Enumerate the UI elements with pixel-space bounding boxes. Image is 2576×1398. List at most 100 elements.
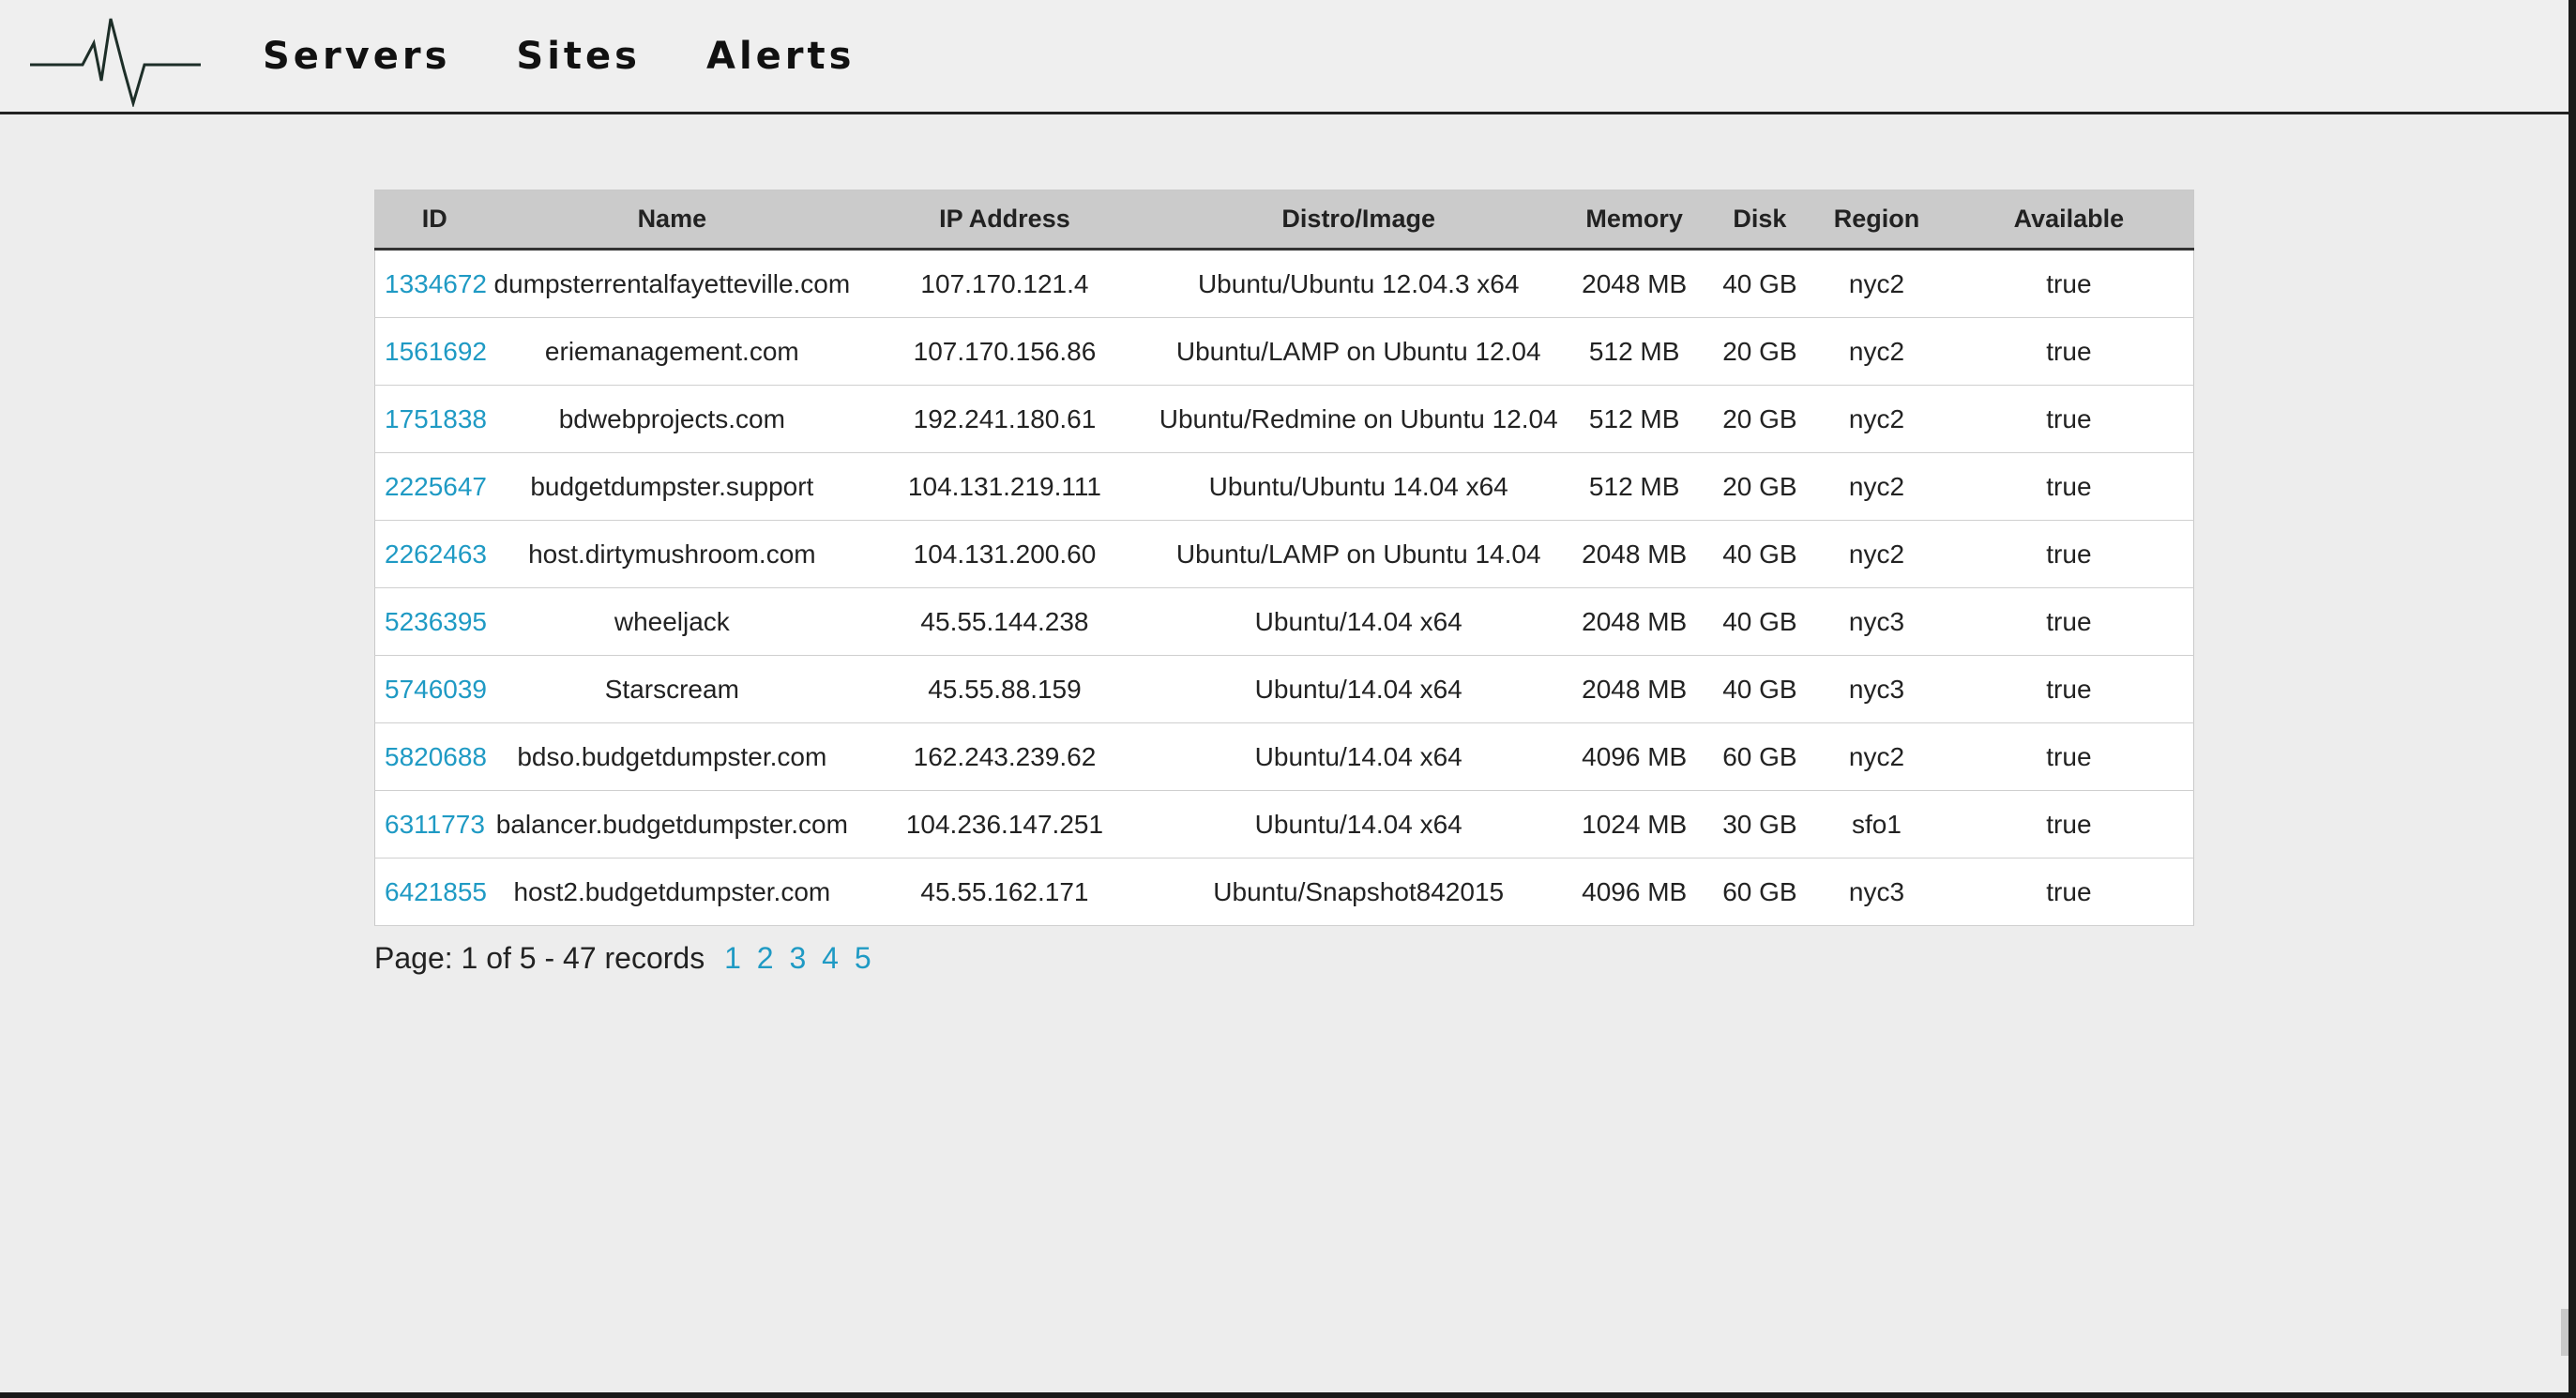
page-link-3[interactable]: 3 [789, 941, 806, 975]
memory-cell: 512 MB [1557, 452, 1711, 521]
available-cell: true [1944, 790, 2194, 859]
distro-image-cell: Ubuntu/Ubuntu 14.04 x64 [1159, 452, 1558, 521]
id-cell: 5746039 [374, 655, 494, 723]
server-id-link[interactable]: 2225647 [385, 472, 487, 501]
available-cell: true [1944, 858, 2194, 926]
available-cell: true [1944, 249, 2194, 318]
column-header-name[interactable]: Name [493, 190, 851, 251]
server-name-cell: host2.budgetdumpster.com [493, 858, 851, 926]
id-cell: 1334672 [374, 249, 494, 318]
table-row: 1334672 dumpsterrentalfayetteville.com 107… [374, 249, 2194, 318]
distro-image-cell: Ubuntu/LAMP on Ubuntu 12.04 [1159, 317, 1558, 386]
region-cell: nyc2 [1809, 249, 1945, 318]
ip-address-cell: 162.243.239.62 [850, 722, 1159, 791]
server-name-cell: balancer.budgetdumpster.com [493, 790, 851, 859]
servers-table-container: ID Name IP Address Distro/Image Memory D… [374, 190, 2194, 976]
disk-cell: 60 GB [1710, 858, 1810, 926]
table-row: 5820688 bdso.budgetdumpster.com 162.243.23… [374, 722, 2194, 791]
server-name-cell: host.dirtymushroom.com [493, 520, 851, 588]
page-link-4[interactable]: 4 [822, 941, 839, 975]
memory-cell: 2048 MB [1557, 587, 1711, 656]
server-id-link[interactable]: 1561692 [385, 337, 487, 366]
column-header-id[interactable]: ID [374, 190, 494, 251]
server-id-link[interactable]: 1334672 [385, 269, 487, 298]
table-row: 2225647 budgetdumpster.support 104.131.219… [374, 452, 2194, 521]
region-cell: nyc2 [1809, 317, 1945, 386]
id-cell: 1561692 [374, 317, 494, 386]
column-header-distro-image[interactable]: Distro/Image [1159, 190, 1558, 251]
distro-image-cell: Ubuntu/14.04 x64 [1159, 790, 1558, 859]
servers-table-body: 1334672 dumpsterrentalfayetteville.com 107… [374, 249, 2194, 926]
disk-cell: 60 GB [1710, 722, 1810, 791]
distro-image-cell: Ubuntu/LAMP on Ubuntu 14.04 [1159, 520, 1558, 588]
column-header-disk[interactable]: Disk [1710, 190, 1810, 251]
memory-cell: 2048 MB [1557, 655, 1711, 723]
memory-cell: 2048 MB [1557, 520, 1711, 588]
app-window: Servers Sites Alerts ID Name IP Address [0, 0, 2576, 1398]
region-cell: nyc2 [1809, 722, 1945, 791]
server-id-link[interactable]: 5746039 [385, 675, 487, 704]
table-row: 5236395 wheeljack 45.55.144.238 Ubuntu/14.0… [374, 587, 2194, 656]
nav-alerts-link[interactable]: Alerts [706, 28, 855, 84]
available-cell: true [1944, 452, 2194, 521]
top-navigation-bar: Servers Sites Alerts [0, 0, 2568, 114]
column-header-region[interactable]: Region [1809, 190, 1945, 251]
table-header-row: ID Name IP Address Distro/Image Memory D… [374, 190, 2194, 251]
available-cell: true [1944, 587, 2194, 656]
table-row: 2262463 host.dirtymushroom.com 104.131.200… [374, 520, 2194, 588]
distro-image-cell: Ubuntu/14.04 x64 [1159, 655, 1558, 723]
server-id-link[interactable]: 6311773 [385, 810, 485, 839]
page-link-2[interactable]: 2 [757, 941, 774, 975]
ip-address-cell: 104.131.219.111 [850, 452, 1159, 521]
id-cell: 2225647 [374, 452, 494, 521]
servers-table: ID Name IP Address Distro/Image Memory D… [374, 190, 2194, 926]
page-link-5[interactable]: 5 [855, 941, 871, 975]
column-header-memory[interactable]: Memory [1557, 190, 1711, 251]
available-cell: true [1944, 317, 2194, 386]
table-row: 5746039 Starscream 45.55.88.159 Ubuntu/14.0… [374, 655, 2194, 723]
memory-cell: 4096 MB [1557, 858, 1711, 926]
nav-sites-link[interactable]: Sites [516, 28, 641, 84]
server-name-cell: bdwebprojects.com [493, 385, 851, 453]
available-cell: true [1944, 655, 2194, 723]
server-name-cell: dumpsterrentalfayetteville.com [493, 249, 851, 318]
table-row: 6421855 host2.budgetdumpster.com 45.55.162… [374, 858, 2194, 926]
id-cell: 1751838 [374, 385, 494, 453]
region-cell: nyc3 [1809, 858, 1945, 926]
nav-servers-link[interactable]: Servers [263, 28, 450, 84]
server-id-link[interactable]: 6421855 [385, 877, 487, 906]
server-id-link[interactable]: 1751838 [385, 404, 487, 433]
ip-address-cell: 45.55.144.238 [850, 587, 1159, 656]
distro-image-cell: Ubuntu/Ubuntu 12.04.3 x64 [1159, 249, 1558, 318]
ip-address-cell: 192.241.180.61 [850, 385, 1159, 453]
memory-cell: 2048 MB [1557, 249, 1711, 318]
server-name-cell: Starscream [493, 655, 851, 723]
distro-image-cell: Ubuntu/Snapshot842015 [1159, 858, 1558, 926]
distro-image-cell: Ubuntu/14.04 x64 [1159, 722, 1558, 791]
available-cell: true [1944, 722, 2194, 791]
page-link-1[interactable]: 1 [724, 941, 741, 975]
disk-cell: 40 GB [1710, 520, 1810, 588]
server-id-link[interactable]: 2262463 [385, 539, 487, 569]
server-name-cell: budgetdumpster.support [493, 452, 851, 521]
id-cell: 6421855 [374, 858, 494, 926]
region-cell: nyc3 [1809, 655, 1945, 723]
disk-cell: 40 GB [1710, 249, 1810, 318]
disk-cell: 40 GB [1710, 587, 1810, 656]
server-id-link[interactable]: 5236395 [385, 607, 487, 636]
heartbeat-logo-icon[interactable] [26, 13, 205, 107]
column-header-ip-address[interactable]: IP Address [850, 190, 1159, 251]
server-name-cell: eriemanagement.com [493, 317, 851, 386]
disk-cell: 30 GB [1710, 790, 1810, 859]
server-id-link[interactable]: 5820688 [385, 742, 487, 771]
disk-cell: 20 GB [1710, 385, 1810, 453]
id-cell: 5236395 [374, 587, 494, 656]
ip-address-cell: 104.131.200.60 [850, 520, 1159, 588]
pagination: Page: 1 of 5 - 47 records 1 2 3 4 5 [374, 941, 2194, 976]
scrollbar-thumb[interactable] [2561, 1309, 2568, 1356]
region-cell: nyc2 [1809, 452, 1945, 521]
column-header-available[interactable]: Available [1944, 190, 2194, 251]
memory-cell: 4096 MB [1557, 722, 1711, 791]
id-cell: 6311773 [374, 790, 494, 859]
disk-cell: 20 GB [1710, 317, 1810, 386]
